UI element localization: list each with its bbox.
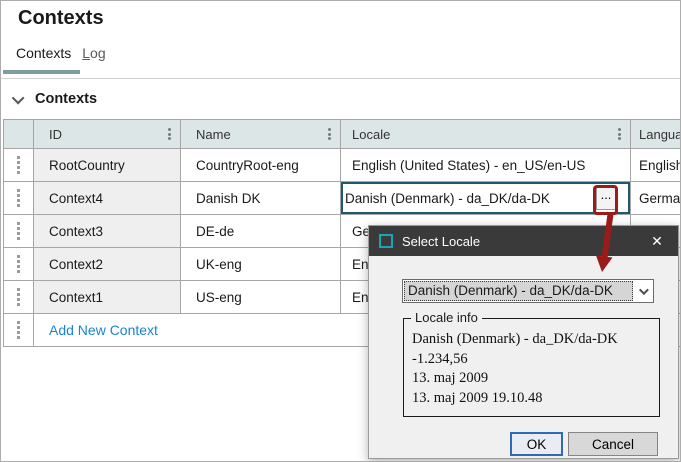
cell-name[interactable]: UK-eng bbox=[181, 248, 341, 281]
locale-info-line: 13. maj 2009 bbox=[412, 369, 651, 389]
column-header-name[interactable]: Name bbox=[181, 120, 341, 149]
dialog-title: Select Locale bbox=[402, 234, 480, 249]
dialog-titlebar[interactable]: Select Locale ✕ bbox=[369, 226, 678, 256]
row-drag-handle[interactable] bbox=[4, 215, 34, 248]
tab-bar: Contexts Log bbox=[16, 45, 106, 61]
locale-dropdown-value: Danish (Denmark) - da_DK/da-DK bbox=[404, 281, 633, 301]
drag-dots-icon bbox=[17, 222, 20, 225]
row-drag-handle[interactable] bbox=[4, 248, 34, 281]
cell-locale-editing[interactable]: Danish (Denmark) - da_DK/da-DK ... bbox=[341, 182, 631, 215]
chevron-down-icon[interactable] bbox=[12, 91, 25, 104]
column-header-id-label: ID bbox=[49, 127, 62, 142]
app-icon bbox=[379, 234, 393, 248]
chevron-down-icon[interactable] bbox=[633, 281, 652, 301]
table-row: RootCountry CountryRoot-eng English (Uni… bbox=[4, 149, 681, 182]
cell-name[interactable]: Danish DK bbox=[181, 182, 341, 215]
drag-dots-icon bbox=[17, 321, 20, 324]
locale-info-line: 13. maj 2009 19.10.48 bbox=[412, 389, 651, 409]
close-icon[interactable]: ✕ bbox=[636, 226, 678, 256]
cancel-button[interactable]: Cancel bbox=[568, 432, 658, 456]
section-title: Contexts bbox=[35, 91, 97, 107]
column-header-language[interactable]: Language bbox=[631, 120, 681, 149]
locale-dropdown[interactable]: Danish (Denmark) - da_DK/da-DK bbox=[402, 279, 654, 303]
select-locale-dialog: Select Locale ✕ Danish (Denmark) - da_DK… bbox=[368, 225, 679, 459]
cell-locale[interactable]: English (United States) - en_US/en-US bbox=[341, 149, 631, 182]
tab-log[interactable]: Log bbox=[82, 45, 105, 61]
tabs-divider bbox=[1, 78, 681, 79]
column-header-name-label: Name bbox=[196, 127, 231, 142]
column-header-locale-label: Locale bbox=[352, 127, 390, 142]
row-drag-handle[interactable] bbox=[4, 314, 34, 347]
tab-log-label: og bbox=[90, 45, 106, 61]
contexts-page: Contexts Contexts Log Contexts ID Name L… bbox=[0, 0, 681, 462]
row-drag-handle[interactable] bbox=[4, 182, 34, 215]
cell-language[interactable]: English bbox=[631, 149, 681, 182]
table-row: Context4 Danish DK Danish (Denmark) - da… bbox=[4, 182, 681, 215]
row-drag-handle[interactable] bbox=[4, 149, 34, 182]
tab-log-accel: L bbox=[82, 45, 90, 61]
drag-dots-icon bbox=[17, 255, 20, 258]
page-title: Contexts bbox=[18, 7, 104, 30]
locale-info-line: -1.234,56 bbox=[412, 350, 651, 370]
row-drag-handle[interactable] bbox=[4, 281, 34, 314]
header-handle-cell bbox=[4, 120, 34, 149]
locale-info-lines: Danish (Denmark) - da_DK/da-DK -1.234,56… bbox=[404, 319, 659, 408]
active-tab-indicator bbox=[3, 70, 80, 74]
column-header-language-label: Language bbox=[639, 127, 681, 142]
cell-id[interactable]: Context3 bbox=[34, 215, 181, 248]
cell-id[interactable]: Context1 bbox=[34, 281, 181, 314]
cell-name[interactable]: DE-de bbox=[181, 215, 341, 248]
tab-contexts-label: Contexts bbox=[16, 45, 71, 61]
cell-name[interactable]: CountryRoot-eng bbox=[181, 149, 341, 182]
add-new-context-link[interactable]: Add New Context bbox=[49, 322, 158, 338]
drag-dots-icon bbox=[17, 288, 20, 291]
column-header-id[interactable]: ID bbox=[34, 120, 181, 149]
drag-dots-icon bbox=[17, 156, 20, 159]
locale-info-group: Locale info Danish (Denmark) - da_DK/da-… bbox=[403, 318, 660, 417]
ok-button[interactable]: OK bbox=[510, 432, 563, 456]
column-menu-icon[interactable] bbox=[618, 128, 621, 140]
column-menu-icon[interactable] bbox=[168, 128, 171, 140]
column-header-locale[interactable]: Locale bbox=[341, 120, 631, 149]
drag-dots-icon bbox=[17, 189, 20, 192]
table-header-row: ID Name Locale Language bbox=[4, 120, 681, 149]
cell-language[interactable]: Germa bbox=[631, 182, 681, 215]
section-header: Contexts bbox=[15, 91, 97, 107]
cell-id[interactable]: Context2 bbox=[34, 248, 181, 281]
cell-name[interactable]: US-eng bbox=[181, 281, 341, 314]
locale-info-group-label: Locale info bbox=[411, 310, 482, 325]
cell-id[interactable]: RootCountry bbox=[34, 149, 181, 182]
tab-contexts[interactable]: Contexts bbox=[16, 45, 71, 61]
column-menu-icon[interactable] bbox=[328, 128, 331, 140]
locale-picker-button[interactable]: ... bbox=[596, 186, 616, 210]
cell-id[interactable]: Context4 bbox=[34, 182, 181, 215]
locale-info-line: Danish (Denmark) - da_DK/da-DK bbox=[412, 330, 651, 350]
